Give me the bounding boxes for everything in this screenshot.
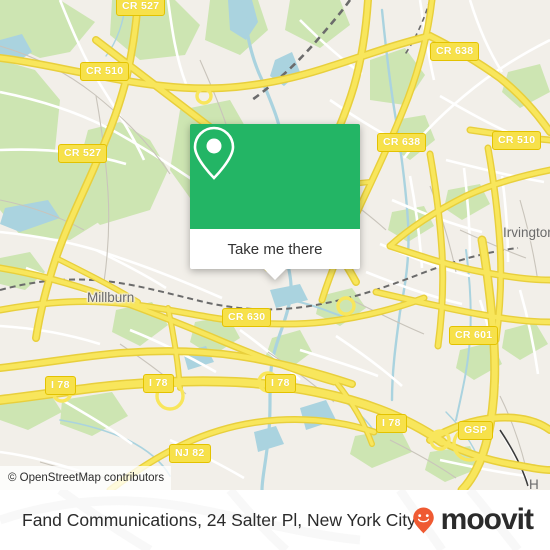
popup-header xyxy=(190,124,360,229)
moovit-smiley-pin-icon xyxy=(412,507,434,533)
moovit-wordmark: moovit xyxy=(440,503,534,536)
map-canvas[interactable]: CR 527 CR 638 CR 510 CR 527 CR 638 CR 51… xyxy=(0,0,550,490)
road-shield: CR 601 xyxy=(449,326,499,345)
place-caption-text: Fand Communications, 24 Salter Pl, New Y… xyxy=(22,509,416,530)
road-shield: CR 527 xyxy=(116,0,166,16)
footer-bar: Fand Communications, 24 Salter Pl, New Y… xyxy=(0,490,550,550)
place-caption: Fand Communications, 24 Salter Pl, New Y… xyxy=(22,490,416,550)
road-shield: CR 527 xyxy=(58,144,108,163)
road-shield: CR 630 xyxy=(222,308,272,327)
road-shield: I 78 xyxy=(45,376,76,395)
map-attribution[interactable]: © OpenStreetMap contributors xyxy=(0,466,172,490)
road-shield: GSP xyxy=(458,421,494,440)
take-me-there-button[interactable]: Take me there xyxy=(190,229,360,280)
road-shield: CR 638 xyxy=(377,133,427,152)
road-shield: CR 638 xyxy=(430,42,480,61)
moovit-map-screenshot: CR 527 CR 638 CR 510 CR 527 CR 638 CR 51… xyxy=(0,0,550,550)
road-shield: I 78 xyxy=(376,414,407,433)
popup-pointer-tail xyxy=(264,269,286,280)
location-popup-card[interactable]: Take me there xyxy=(190,124,360,280)
road-shield: CR 510 xyxy=(492,131,542,150)
road-shield: NJ 82 xyxy=(169,444,211,463)
road-shield: I 78 xyxy=(143,374,174,393)
road-shield: I 78 xyxy=(265,374,296,393)
place-label-partial: H xyxy=(529,477,539,490)
location-pin-icon xyxy=(193,126,235,180)
place-label-millburn: Millburn xyxy=(87,290,135,305)
place-label-irvington: Irvington xyxy=(503,225,550,240)
moovit-logo[interactable]: moovit xyxy=(410,490,534,550)
take-me-there-label: Take me there xyxy=(227,240,323,258)
road-shield: CR 510 xyxy=(80,62,130,81)
